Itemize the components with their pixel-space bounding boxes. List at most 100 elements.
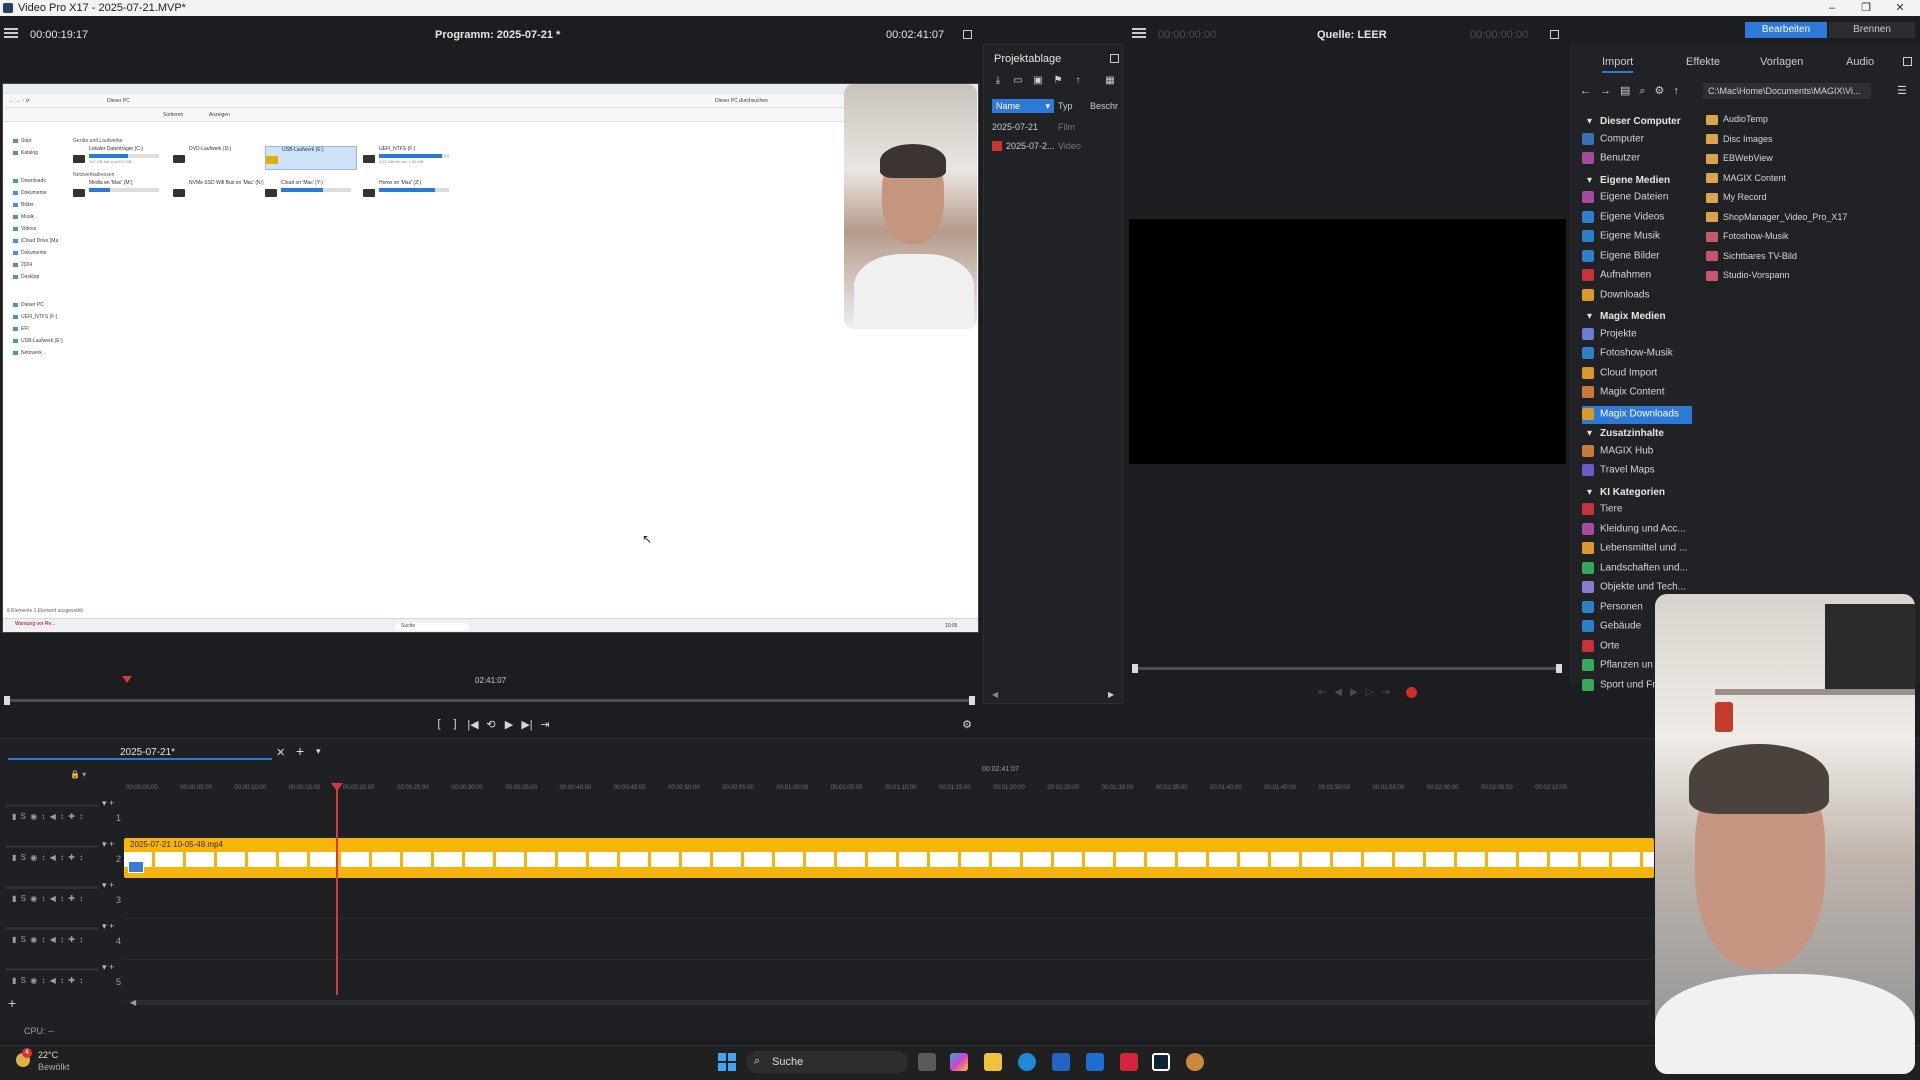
- app-figure-icon[interactable]: [1186, 1053, 1204, 1071]
- grid-view-icon[interactable]: ▦: [1104, 75, 1116, 87]
- program-scrub-bar[interactable]: [8, 699, 974, 702]
- track-lane[interactable]: [124, 797, 1654, 837]
- tree-item-dieser-computer[interactable]: Computer: [1582, 132, 1644, 151]
- folder-icon[interactable]: ▭: [1012, 75, 1024, 87]
- menu-icon[interactable]: [4, 28, 18, 38]
- pool-column-name[interactable]: Name ▾: [992, 99, 1054, 113]
- tree-item-magix-medien[interactable]: Fotoshow-Musik: [1582, 347, 1673, 365]
- tree-item-ki-kategorien[interactable]: Lebensmittel und ...: [1582, 542, 1687, 560]
- timeline-tools-icon[interactable]: 🔒 ▾: [70, 770, 86, 779]
- scrub-start-handle[interactable]: [4, 696, 10, 705]
- pool-scroll-left-icon[interactable]: ◀: [992, 690, 998, 699]
- folder-item[interactable]: Disc Images: [1706, 134, 1773, 145]
- maximize-program-icon[interactable]: [963, 30, 972, 39]
- folder-item[interactable]: AudioTemp: [1706, 114, 1768, 125]
- tree-item-eigene-medien[interactable]: Eigene Musik: [1582, 230, 1660, 248]
- next-marker-button[interactable]: ▶|: [520, 718, 534, 731]
- tab-timeline[interactable]: 2025-07-21*: [120, 747, 175, 758]
- tree-item-magix-medien[interactable]: Magix Downloads: [1582, 405, 1692, 424]
- pool-column-type[interactable]: Typ: [1058, 101, 1073, 111]
- outlook-icon[interactable]: [1086, 1053, 1104, 1071]
- track-lane[interactable]: [124, 879, 1654, 919]
- tree-item-ki-kategorien[interactable]: Sport und Fr: [1582, 678, 1656, 697]
- tab-vorlagen[interactable]: Vorlagen: [1760, 56, 1803, 68]
- close-button[interactable]: ✕: [1886, 0, 1914, 16]
- scroll-left-icon[interactable]: ◀: [130, 998, 136, 1007]
- minimize-button[interactable]: –: [1818, 0, 1846, 16]
- tree-item-eigene-medien[interactable]: Aufnahmen: [1582, 269, 1651, 287]
- folder-item[interactable]: Sichtbares TV-Bild: [1706, 251, 1797, 262]
- track-controls-icon[interactable]: ▮ S ◉ ↕ ◀ ↕ ✚ ↕: [12, 935, 84, 944]
- magix-app-icon[interactable]: [1120, 1053, 1138, 1071]
- tree-item-ki-kategorien[interactable]: Landschaften und...: [1582, 561, 1688, 580]
- tree-item-eigene-medien[interactable]: Eigene Videos: [1582, 210, 1664, 229]
- track-add-icon[interactable]: ▾ +: [102, 962, 114, 973]
- timeline-horizontal-scrollbar[interactable]: [130, 1000, 1650, 1005]
- tree-header-ki-kategorien[interactable]: KI Kategorien: [1587, 487, 1665, 498]
- restore-button[interactable]: ❐: [1852, 0, 1880, 16]
- list-view-icon[interactable]: ☰: [1897, 84, 1907, 97]
- source-transport-controls[interactable]: ⇤◀▶▷⇥: [1318, 687, 1398, 698]
- scrub-end-handle[interactable]: [969, 696, 975, 705]
- add-track-icon[interactable]: +: [8, 995, 16, 1011]
- source-start-handle[interactable]: [1132, 664, 1138, 673]
- tree-item-zusatzinhalte[interactable]: MAGIX Hub: [1582, 444, 1653, 463]
- add-tab-icon[interactable]: +: [296, 743, 304, 759]
- loop-button[interactable]: ⟲: [484, 718, 498, 731]
- track-controls-icon[interactable]: ▮ S ◉ ↕ ◀ ↕ ✚ ↕: [12, 812, 84, 821]
- play-button[interactable]: ▶: [502, 718, 516, 731]
- track-add-icon[interactable]: ▾ +: [102, 921, 114, 932]
- tree-header-magix-medien[interactable]: Magix Medien: [1587, 311, 1666, 322]
- pool-row-name[interactable]: 2025-07-2...: [1006, 141, 1055, 151]
- timeline-playhead[interactable]: [331, 783, 343, 995]
- tree-item-eigene-medien[interactable]: Downloads: [1582, 288, 1649, 307]
- tab-effekte[interactable]: Effekte: [1686, 56, 1720, 68]
- track-add-icon[interactable]: ▾ +: [102, 839, 114, 850]
- tree-item-magix-medien[interactable]: Cloud Import: [1582, 366, 1657, 385]
- start-icon[interactable]: [718, 1053, 736, 1071]
- maximize-source-icon[interactable]: [1550, 30, 1559, 39]
- program-playhead-marker[interactable]: [122, 676, 132, 683]
- track-controls-icon[interactable]: ▮ S ◉ ↕ ◀ ↕ ✚ ↕: [12, 853, 84, 862]
- tree-item-eigene-medien[interactable]: Eigene Dateien: [1582, 191, 1668, 209]
- tree-header-eigene-medien[interactable]: Eigene Medien: [1587, 175, 1670, 186]
- tree-item-eigene-medien[interactable]: Eigene Bilder: [1582, 249, 1659, 268]
- task-view-icon[interactable]: [918, 1053, 936, 1071]
- import-icon[interactable]: ⤓: [992, 75, 1004, 87]
- track-controls-icon[interactable]: ▮ S ◉ ↕ ◀ ↕ ✚ ↕: [12, 894, 84, 903]
- record-button[interactable]: [1406, 687, 1417, 698]
- up-icon[interactable]: ↑: [1072, 75, 1084, 87]
- file-explorer-icon[interactable]: [984, 1053, 1002, 1071]
- tree-header-zusatzinhalte[interactable]: Zusatzinhalte: [1587, 428, 1664, 439]
- pool-row-name[interactable]: 2025-07-21: [992, 122, 1038, 132]
- tree-item-dieser-computer[interactable]: Benutzer: [1582, 152, 1640, 170]
- mark-out-button[interactable]: ]: [448, 718, 462, 730]
- folder-item[interactable]: ShopManager_Video_Pro_X17: [1706, 212, 1847, 223]
- tree-item-zusatzinhalte[interactable]: Travel Maps: [1582, 464, 1655, 482]
- path-dropdown[interactable]: C:\Mac\Home\Documents\MAGIX\Vi...: [1703, 83, 1871, 99]
- tree-item-ki-kategorien[interactable]: Gebäude: [1582, 620, 1641, 638]
- tree-item-magix-medien[interactable]: Magix Content: [1582, 386, 1664, 404]
- tree-item-ki-kategorien[interactable]: Kleidung und Acc...: [1582, 522, 1686, 541]
- track-header[interactable]: ▮ S ◉ ↕ ◀ ↕ ✚ ↕ 4 ▾ +: [6, 919, 121, 959]
- tree-item-ki-kategorien[interactable]: Personen: [1582, 600, 1643, 619]
- source-menu-icon[interactable]: [1132, 28, 1146, 38]
- copilot-icon[interactable]: [950, 1053, 968, 1071]
- folder-item[interactable]: Fotoshow-Musik: [1706, 231, 1789, 242]
- edit-mode-button[interactable]: Bearbeiten: [1745, 22, 1827, 38]
- track-lane[interactable]: [124, 961, 1654, 1001]
- pool-column-desc[interactable]: Beschr: [1090, 101, 1118, 111]
- track-header[interactable]: ▮ S ◉ ↕ ◀ ↕ ✚ ↕ 5 ▾ +: [6, 960, 121, 1000]
- tree-item-magix-medien[interactable]: Projekte: [1582, 327, 1637, 346]
- pool-maximize-icon[interactable]: [1110, 54, 1119, 63]
- source-end-handle[interactable]: [1556, 664, 1562, 673]
- close-tab-icon[interactable]: ✕: [276, 746, 285, 759]
- track-header[interactable]: ▮ S ◉ ↕ ◀ ↕ ✚ ↕ 3 ▾ +: [6, 878, 121, 918]
- track-add-icon[interactable]: ▾ +: [102, 880, 114, 891]
- burn-mode-button[interactable]: Brennen: [1829, 22, 1915, 38]
- browser-nav-icons[interactable]: ←→▤⌕⚙↑: [1580, 84, 1688, 98]
- pool-scroll-right-icon[interactable]: ▶: [1108, 690, 1114, 699]
- track-lane[interactable]: [124, 920, 1654, 960]
- panel-maximize-icon[interactable]: [1903, 57, 1912, 66]
- goto-end-button[interactable]: ⇥: [538, 718, 552, 731]
